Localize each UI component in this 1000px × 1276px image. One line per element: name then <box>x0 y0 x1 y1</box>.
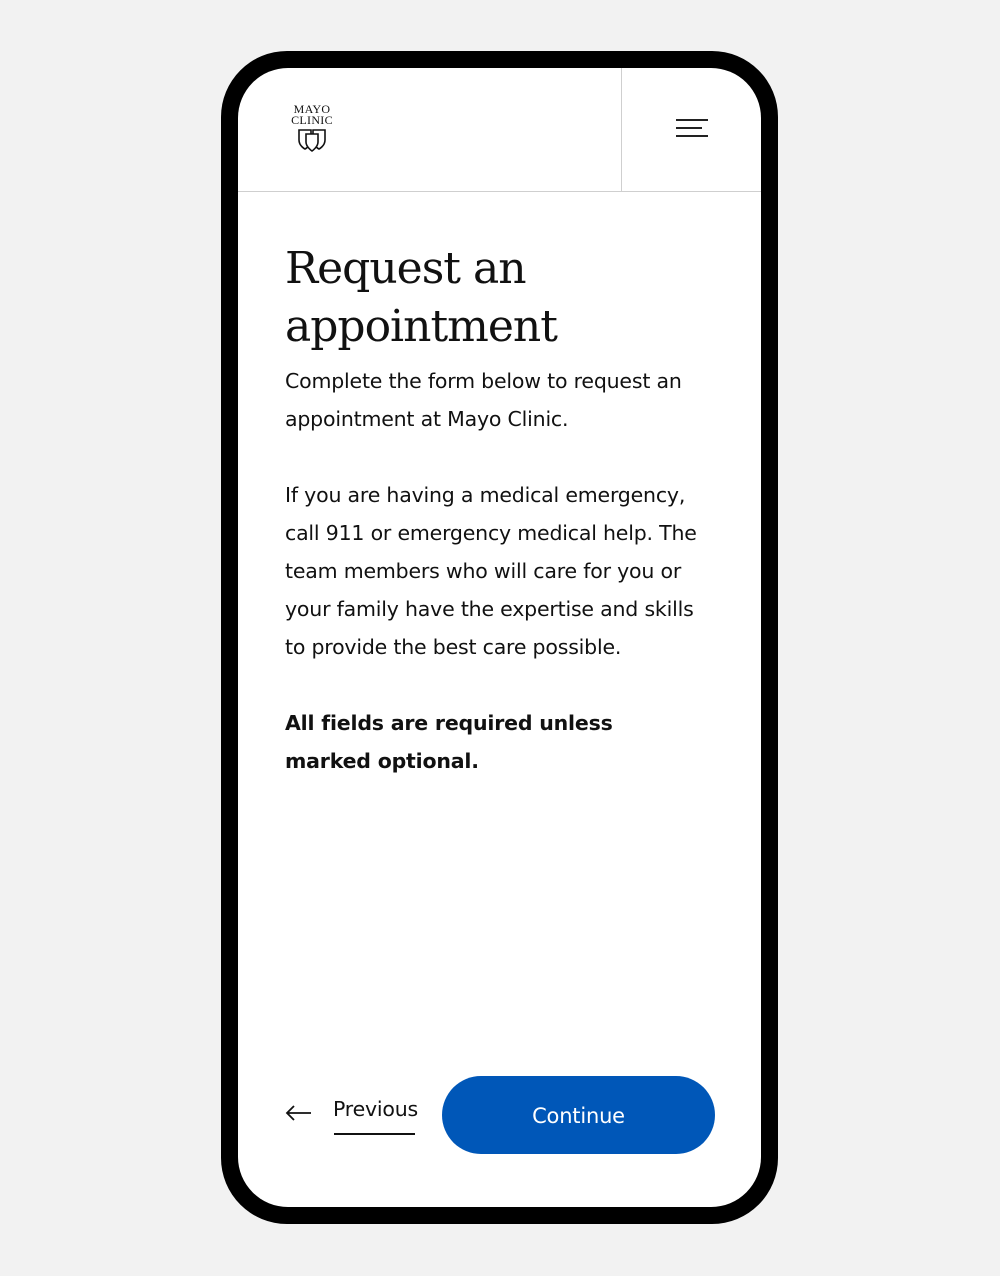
site-header: MAYO CLINIC <box>238 68 761 192</box>
intro-text: Complete the form below to request an ap… <box>285 369 682 431</box>
arrow-left-icon <box>285 1105 311 1121</box>
phone-screen: MAYO CLINIC Request an appointment Compl… <box>238 68 761 1207</box>
previous-label: Previous <box>333 1097 419 1121</box>
header-divider <box>621 68 622 192</box>
main-content: Request an appointment Complete the form… <box>285 240 725 780</box>
previous-underline <box>334 1133 415 1135</box>
emergency-notice: If you are having a medical emergency, c… <box>285 483 697 659</box>
shields-icon <box>298 129 326 152</box>
hamburger-menu-icon <box>676 119 708 121</box>
menu-button[interactable] <box>674 119 714 141</box>
mayo-clinic-logo[interactable]: MAYO CLINIC <box>286 103 338 158</box>
logo-text-line2: CLINIC <box>291 113 333 127</box>
previous-button[interactable]: Previous <box>285 1093 425 1135</box>
required-fields-note: All fields are required unless marked op… <box>285 711 613 773</box>
page-title: Request an appointment <box>285 243 558 352</box>
phone-frame: MAYO CLINIC Request an appointment Compl… <box>221 51 778 1224</box>
continue-button[interactable]: Continue <box>442 1076 715 1154</box>
